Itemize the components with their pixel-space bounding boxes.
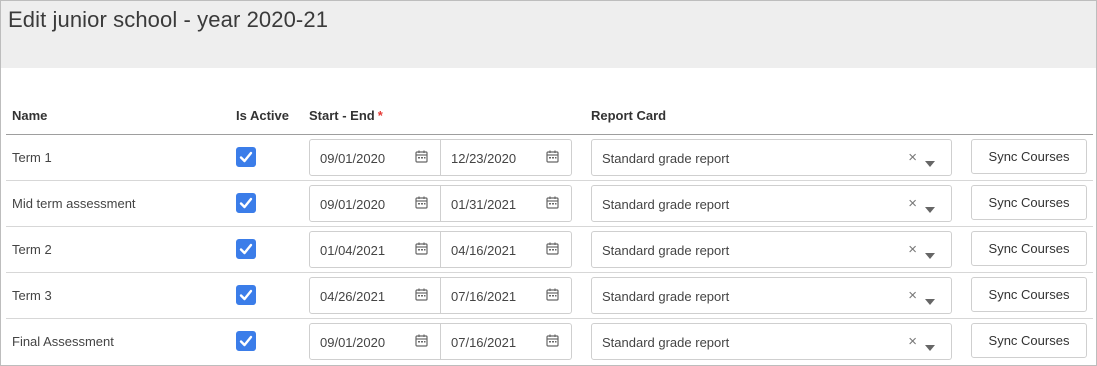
is-active-checkbox[interactable] [236, 285, 256, 305]
checkmark-icon [239, 197, 253, 209]
calendar-icon[interactable] [546, 288, 559, 304]
page-title: Edit junior school - year 2020-21 [8, 7, 329, 32]
end-date-input[interactable]: 12/23/2020 [440, 140, 571, 175]
start-date-value: 04/26/2021 [320, 289, 386, 304]
date-range-picker: 01/04/2021 04/16/2021 [309, 231, 572, 268]
sync-courses-button[interactable]: Sync Courses [971, 231, 1087, 266]
term-name: Mid term assessment [12, 196, 136, 211]
page-header: Edit junior school - year 2020-21 [1, 1, 1096, 68]
table-body: Term 1 09/01/2020 12/23/2020 Standard grade… [6, 135, 1093, 364]
clear-x-icon[interactable]: × [908, 195, 917, 212]
start-date-value: 09/01/2020 [320, 197, 386, 212]
end-date-value: 07/16/2021 [451, 335, 517, 350]
start-date-input[interactable]: 09/01/2020 [310, 324, 440, 359]
start-date-input[interactable]: 01/04/2021 [310, 232, 440, 267]
report-card-select[interactable]: Standard grade report × [591, 185, 952, 222]
checkmark-icon [239, 289, 253, 301]
report-card-select[interactable]: Standard grade report × [591, 231, 952, 268]
sync-courses-button[interactable]: Sync Courses [971, 277, 1087, 312]
report-card-value: Standard grade report [602, 197, 730, 212]
calendar-icon[interactable] [546, 150, 559, 166]
start-date-input[interactable]: 09/01/2020 [310, 186, 440, 221]
calendar-icon[interactable] [415, 242, 428, 258]
chevron-down-icon[interactable] [925, 339, 935, 354]
term-name: Final Assessment [12, 334, 114, 349]
clear-x-icon[interactable]: × [908, 287, 917, 304]
end-date-value: 01/31/2021 [451, 197, 517, 212]
is-active-checkbox[interactable] [236, 193, 256, 213]
is-active-checkbox[interactable] [236, 239, 256, 259]
date-range-picker: 04/26/2021 07/16/2021 [309, 277, 572, 314]
report-card-select[interactable]: Standard grade report × [591, 139, 952, 176]
term-name: Term 2 [12, 242, 52, 257]
report-card-value: Standard grade report [602, 289, 730, 304]
checkmark-icon [239, 243, 253, 255]
calendar-icon[interactable] [415, 334, 428, 350]
clear-x-icon[interactable]: × [908, 149, 917, 166]
start-end-label: Start - End [309, 108, 375, 123]
table-row: Term 3 04/26/2021 07/16/2021 Standard grade… [6, 273, 1093, 319]
report-card-value: Standard grade report [602, 335, 730, 350]
term-name: Term 1 [12, 150, 52, 165]
edit-school-year-panel: Edit junior school - year 2020-21 Name I… [0, 0, 1097, 366]
clear-x-icon[interactable]: × [908, 333, 917, 350]
end-date-value: 12/23/2020 [451, 151, 517, 166]
start-date-value: 01/04/2021 [320, 243, 386, 258]
is-active-checkbox[interactable] [236, 331, 256, 351]
start-date-value: 09/01/2020 [320, 151, 386, 166]
calendar-icon[interactable] [546, 334, 559, 350]
calendar-icon[interactable] [546, 196, 559, 212]
table-row: Mid term assessment 09/01/2020 01/31/2021 S… [6, 181, 1093, 227]
calendar-icon[interactable] [415, 288, 428, 304]
column-header-report-card: Report Card [591, 108, 667, 123]
chevron-down-icon[interactable] [925, 155, 935, 170]
is-active-checkbox[interactable] [236, 147, 256, 167]
table-row: Final Assessment 09/01/2020 07/16/2021 Stan… [6, 319, 1093, 364]
chevron-down-icon[interactable] [925, 247, 935, 262]
chevron-down-icon[interactable] [925, 201, 935, 216]
table-header: Name Is Active Start - End * Report Card [6, 97, 1093, 135]
report-card-select[interactable]: Standard grade report × [591, 277, 952, 314]
date-range-picker: 09/01/2020 12/23/2020 [309, 139, 572, 176]
calendar-icon[interactable] [546, 242, 559, 258]
start-date-input[interactable]: 04/26/2021 [310, 278, 440, 313]
terms-table: Name Is Active Start - End * Report Card … [6, 97, 1093, 364]
sync-courses-button[interactable]: Sync Courses [971, 139, 1087, 174]
column-header-start-end: Start - End * [309, 108, 383, 123]
start-date-value: 09/01/2020 [320, 335, 386, 350]
column-header-is-active: Is Active [236, 108, 289, 123]
sync-courses-button[interactable]: Sync Courses [971, 323, 1087, 358]
report-card-value: Standard grade report [602, 151, 730, 166]
end-date-input[interactable]: 01/31/2021 [440, 186, 571, 221]
table-row: Term 1 09/01/2020 12/23/2020 Standard grade… [6, 135, 1093, 181]
report-card-select[interactable]: Standard grade report × [591, 323, 952, 360]
date-range-picker: 09/01/2020 07/16/2021 [309, 323, 572, 360]
end-date-input[interactable]: 04/16/2021 [440, 232, 571, 267]
report-card-value: Standard grade report [602, 243, 730, 258]
column-header-name: Name [12, 108, 48, 123]
end-date-value: 07/16/2021 [451, 289, 517, 304]
calendar-icon[interactable] [415, 196, 428, 212]
calendar-icon[interactable] [415, 150, 428, 166]
term-name: Term 3 [12, 288, 52, 303]
chevron-down-icon[interactable] [925, 293, 935, 308]
sync-courses-button[interactable]: Sync Courses [971, 185, 1087, 220]
end-date-value: 04/16/2021 [451, 243, 517, 258]
end-date-input[interactable]: 07/16/2021 [440, 324, 571, 359]
date-range-picker: 09/01/2020 01/31/2021 [309, 185, 572, 222]
clear-x-icon[interactable]: × [908, 241, 917, 258]
checkmark-icon [239, 335, 253, 347]
required-asterisk: * [377, 108, 383, 123]
checkmark-icon [239, 151, 253, 163]
table-row: Term 2 01/04/2021 04/16/2021 Standard grade… [6, 227, 1093, 273]
end-date-input[interactable]: 07/16/2021 [440, 278, 571, 313]
start-date-input[interactable]: 09/01/2020 [310, 140, 440, 175]
